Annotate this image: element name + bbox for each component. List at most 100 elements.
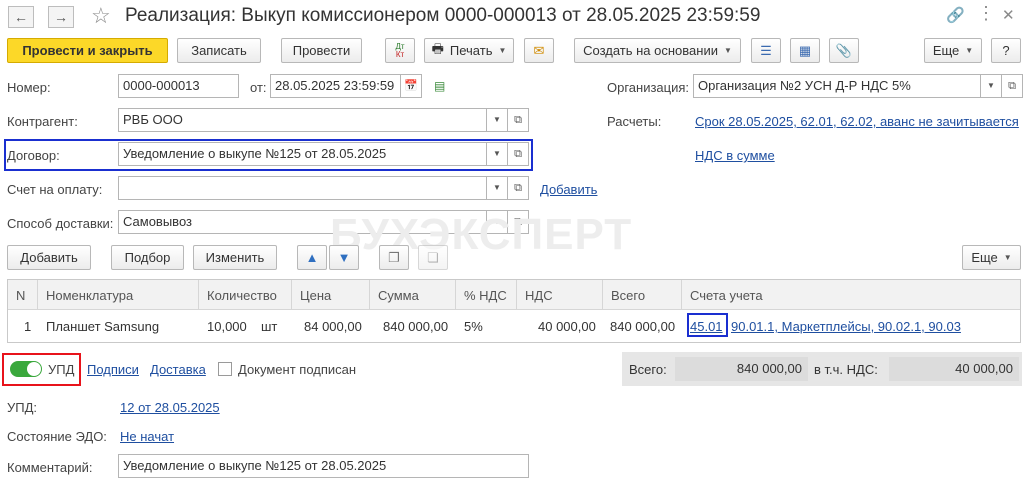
vat-included-label: в т.ч. НДС:: [814, 362, 878, 377]
document-status-icon[interactable]: ▤: [434, 79, 445, 93]
invoice-open-button[interactable]: ⧉: [507, 176, 529, 200]
col-header-vat[interactable]: НДС: [525, 288, 553, 303]
move-down-button[interactable]: ▼: [329, 245, 359, 270]
print-button[interactable]: 🖶 Печать ▼: [424, 38, 514, 63]
total-value: 840 000,00: [675, 357, 808, 381]
counterparty-open-button[interactable]: ⧉: [507, 108, 529, 132]
table-edit-button[interactable]: Изменить: [193, 245, 277, 270]
counterparty-dropdown-button[interactable]: ▼: [486, 108, 508, 132]
edo-status-link[interactable]: Не начат: [120, 429, 174, 444]
toggle-knob: [27, 362, 41, 376]
number-input[interactable]: 0000-000013: [118, 74, 239, 98]
row-unit: шт: [261, 319, 278, 334]
create-based-on-button[interactable]: Создать на основании ▼: [574, 38, 741, 63]
col-header-vat-rate[interactable]: % НДС: [464, 288, 507, 303]
list-icon: ☰: [760, 42, 772, 58]
email-button[interactable]: ✉: [524, 38, 554, 63]
col-header-n[interactable]: N: [16, 288, 25, 303]
upd-link[interactable]: 12 от 28.05.2025: [120, 400, 220, 415]
row-n: 1: [24, 319, 32, 334]
hierarchy-icon: ▦: [798, 42, 812, 58]
paperclip-icon: 📎: [835, 42, 853, 58]
col-header-qty[interactable]: Количество: [207, 288, 277, 303]
table-pick-button[interactable]: Подбор: [111, 245, 184, 270]
comment-input[interactable]: Уведомление о выкупе №125 от 28.05.2025: [118, 454, 529, 478]
account-highlight: [687, 313, 728, 337]
post-button[interactable]: Провести: [281, 38, 362, 63]
calendar-icon: 📅: [404, 80, 418, 92]
link-icon[interactable]: 🔗: [946, 6, 965, 24]
upd-label: УПД:: [7, 400, 38, 415]
chevron-down-icon: ▼: [723, 46, 732, 55]
contract-input[interactable]: Уведомление о выкупе №125 от 28.05.2025: [118, 142, 487, 166]
more-label: Еще: [932, 43, 960, 58]
upd-toggle[interactable]: [10, 361, 42, 377]
post-and-close-button[interactable]: Провести и закрыть: [7, 38, 168, 63]
open-icon: ⧉: [1008, 80, 1016, 92]
open-icon: ⧉: [514, 182, 522, 194]
chevron-down-icon: ▼: [987, 81, 995, 90]
col-header-total[interactable]: Всего: [611, 288, 645, 303]
settlements-link[interactable]: Срок 28.05.2025, 62.01, 62.02, аванс не …: [695, 114, 1019, 129]
comment-label: Комментарий:: [7, 460, 93, 475]
paste-row-button[interactable]: ❏: [418, 245, 448, 270]
number-label: Номер:: [7, 80, 51, 95]
help-button[interactable]: ?: [991, 38, 1021, 63]
organization-input[interactable]: Организация №2 УСН Д-Р НДС 5%: [693, 74, 981, 98]
forward-button[interactable]: →: [48, 6, 74, 28]
move-up-button[interactable]: ▲: [297, 245, 327, 270]
col-header-item[interactable]: Номенклатура: [46, 288, 133, 303]
counterparty-input[interactable]: РВБ ООО: [118, 108, 487, 132]
col-header-accounts[interactable]: Счета учета: [690, 288, 763, 303]
invoice-label: Счет на оплату:: [7, 182, 103, 197]
save-button[interactable]: Записать: [177, 38, 261, 63]
copy-row-button[interactable]: ❐: [379, 245, 409, 270]
document-signed-checkbox[interactable]: [218, 362, 232, 376]
date-input[interactable]: 28.05.2025 23:59:59: [270, 74, 401, 98]
table-add-button[interactable]: Добавить: [7, 245, 91, 270]
more-button[interactable]: Еще ▼: [924, 38, 982, 63]
chevron-down-icon: ▼: [498, 46, 507, 55]
table-more-button[interactable]: Еще ▼: [962, 245, 1021, 270]
contract-dropdown-button[interactable]: ▼: [486, 142, 508, 166]
total-label: Всего:: [629, 362, 667, 377]
vat-in-sum-link[interactable]: НДС в сумме: [695, 148, 775, 163]
menu-dots-icon[interactable]: ⋮: [977, 3, 995, 24]
document-signed-label: Документ подписан: [238, 362, 357, 377]
dt-kt-icon-bottom: Кт: [395, 49, 405, 59]
arrow-down-icon: ▼: [337, 250, 351, 265]
window-title: Реализация: Выкуп комиссионером 0000-000…: [125, 5, 761, 26]
favorite-star-icon[interactable]: ☆: [91, 3, 111, 29]
calendar-button[interactable]: 📅: [400, 74, 422, 98]
col-header-sum[interactable]: Сумма: [378, 288, 419, 303]
organization-dropdown-button[interactable]: ▼: [980, 74, 1002, 98]
row-total: 840 000,00: [610, 319, 676, 334]
envelope-icon: ✉: [533, 42, 545, 58]
structure-button[interactable]: ▦: [790, 38, 820, 63]
signatures-link[interactable]: Подписи: [87, 362, 139, 377]
close-icon[interactable]: ✕: [1002, 6, 1015, 24]
organization-open-button[interactable]: ⧉: [1001, 74, 1023, 98]
row-sum: 840 000,00: [383, 319, 449, 334]
invoice-add-link[interactable]: Добавить: [540, 182, 597, 197]
create-based-label: Создать на основании: [583, 43, 718, 58]
attach-button[interactable]: 📎: [829, 38, 859, 63]
contract-open-button[interactable]: ⧉: [507, 142, 529, 166]
goods-table: N Номенклатура Количество Цена Сумма % Н…: [7, 279, 1021, 343]
row-qty: 10,000: [207, 319, 247, 334]
invoice-input[interactable]: [118, 176, 487, 200]
chevron-down-icon: ▼: [493, 183, 501, 192]
open-icon: ⧉: [514, 148, 522, 160]
chevron-down-icon: ▼: [493, 115, 501, 124]
delivery-link[interactable]: Доставка: [150, 362, 206, 377]
document-list-button[interactable]: ☰: [751, 38, 781, 63]
dt-kt-button[interactable]: Дт Кт: [385, 38, 415, 63]
contract-label: Договор:: [7, 148, 60, 163]
arrow-up-icon: ▲: [305, 250, 319, 265]
col-header-price[interactable]: Цена: [300, 288, 331, 303]
table-header: [8, 280, 1020, 310]
back-button[interactable]: ←: [8, 6, 34, 28]
row-accounts-link[interactable]: 90.01.1, Маркетплейсы, 90.02.1, 90.03: [731, 319, 961, 334]
edo-status-label: Состояние ЭДО:: [7, 429, 107, 444]
invoice-dropdown-button[interactable]: ▼: [486, 176, 508, 200]
